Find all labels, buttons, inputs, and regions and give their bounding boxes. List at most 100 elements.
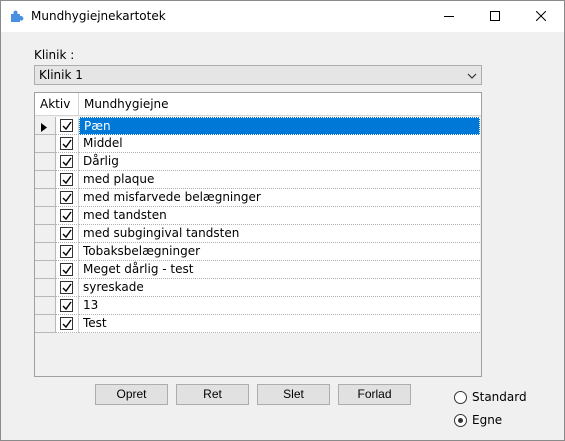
radio-button-standard[interactable]	[454, 390, 467, 404]
row-indicator[interactable]	[35, 135, 56, 153]
aktiv-checkbox[interactable]	[60, 317, 73, 330]
radio-button-egne[interactable]	[454, 413, 467, 427]
maximize-button[interactable]	[472, 1, 518, 32]
title-bar[interactable]: Mundhygiejnekartotek	[1, 1, 564, 32]
checkmark-icon	[62, 121, 72, 131]
current-row-arrow-icon	[41, 121, 47, 135]
aktiv-cell	[56, 261, 79, 279]
aktiv-cell	[56, 225, 79, 243]
window-title: Mundhygiejnekartotek	[31, 9, 166, 23]
chevron-down-icon	[467, 70, 477, 80]
mundhygiejne-cell[interactable]: 13	[79, 297, 480, 315]
row-indicator[interactable]	[35, 189, 56, 207]
table-row[interactable]: med plaque	[35, 171, 481, 189]
grid-header: Aktiv Mundhygiejne	[35, 93, 481, 116]
checkmark-icon	[62, 229, 72, 239]
column-header-aktiv[interactable]: Aktiv	[35, 93, 79, 116]
table-row[interactable]: med subgingival tandsten	[35, 225, 481, 243]
mundhygiejne-cell[interactable]: med subgingival tandsten	[79, 225, 480, 243]
row-indicator[interactable]	[35, 315, 56, 333]
forlad-button[interactable]: Forlad	[338, 384, 411, 405]
ret-button[interactable]: Ret	[176, 384, 249, 405]
row-indicator[interactable]	[35, 207, 56, 225]
checkmark-icon	[62, 265, 72, 275]
row-indicator[interactable]	[35, 117, 56, 135]
table-row[interactable]: syreskade	[35, 279, 481, 297]
radio-dot	[458, 417, 463, 423]
minimize-icon	[444, 10, 454, 24]
radio-label-standard: Standard	[472, 390, 527, 404]
aktiv-cell	[56, 153, 79, 171]
mundhygiejne-cell[interactable]: Middel	[79, 135, 480, 153]
klinik-select[interactable]: Klinik 1	[34, 65, 482, 85]
row-indicator[interactable]	[35, 153, 56, 171]
checkmark-icon	[62, 175, 72, 185]
row-indicator[interactable]	[35, 261, 56, 279]
mundhygiejne-cell[interactable]: Tobaksbelægninger	[79, 243, 480, 261]
table-row[interactable]: Middel	[35, 135, 481, 153]
aktiv-checkbox[interactable]	[60, 209, 73, 222]
checkmark-icon	[62, 247, 72, 257]
mundhygiejne-grid[interactable]: Aktiv Mundhygiejne Pæn Middel Dårlig med pl…	[34, 92, 482, 377]
aktiv-checkbox[interactable]	[60, 299, 73, 312]
aktiv-checkbox[interactable]	[60, 281, 73, 294]
klinik-select-value: Klinik 1	[39, 68, 83, 82]
aktiv-cell	[56, 171, 79, 189]
mundhygiejne-cell[interactable]: med tandsten	[79, 207, 480, 225]
aktiv-cell	[56, 135, 79, 153]
checkmark-icon	[62, 139, 72, 149]
aktiv-cell	[56, 207, 79, 225]
row-indicator[interactable]	[35, 297, 56, 315]
table-row[interactable]: Dårlig	[35, 153, 481, 171]
mundhygiejne-cell[interactable]: Pæn	[79, 117, 480, 135]
table-row[interactable]: Tobaksbelægninger	[35, 243, 481, 261]
aktiv-checkbox[interactable]	[60, 173, 73, 186]
aktiv-checkbox[interactable]	[60, 263, 73, 276]
aktiv-checkbox[interactable]	[60, 119, 73, 132]
close-button[interactable]	[518, 1, 564, 32]
checkmark-icon	[62, 283, 72, 293]
row-indicator[interactable]	[35, 243, 56, 261]
checkmark-icon	[62, 157, 72, 167]
aktiv-checkbox[interactable]	[60, 227, 73, 240]
mundhygiejne-cell[interactable]: Test	[79, 315, 480, 333]
aktiv-cell	[56, 297, 79, 315]
checkmark-icon	[62, 193, 72, 203]
checkmark-icon	[62, 301, 72, 311]
row-indicator[interactable]	[35, 171, 56, 189]
aktiv-cell	[56, 117, 79, 135]
main-window: Mundhygiejnekartotek Klinik : Klinik 1 A…	[0, 0, 565, 441]
mundhygiejne-cell[interactable]: med misfarvede belægninger	[79, 189, 480, 207]
table-row[interactable]: 13	[35, 297, 481, 315]
checkmark-icon	[62, 211, 72, 221]
close-icon	[535, 10, 547, 24]
row-indicator[interactable]	[35, 225, 56, 243]
row-indicator[interactable]	[35, 279, 56, 297]
mundhygiejne-cell[interactable]: med plaque	[79, 171, 480, 189]
mundhygiejne-cell[interactable]: syreskade	[79, 279, 480, 297]
column-header-mundhygiejne[interactable]: Mundhygiejne	[79, 93, 481, 116]
mundhygiejne-cell[interactable]: Meget dårlig - test	[79, 261, 480, 279]
opret-button[interactable]: Opret	[95, 384, 168, 405]
aktiv-cell	[56, 315, 79, 333]
table-row[interactable]: med tandsten	[35, 207, 481, 225]
table-row[interactable]: Meget dårlig - test	[35, 261, 481, 279]
puzzle-icon	[10, 9, 24, 23]
aktiv-cell	[56, 243, 79, 261]
table-row[interactable]: Test	[35, 315, 481, 333]
aktiv-checkbox[interactable]	[60, 155, 73, 168]
maximize-icon	[490, 10, 500, 24]
mundhygiejne-cell[interactable]: Dårlig	[79, 153, 480, 171]
klinik-label: Klinik :	[34, 48, 75, 62]
slet-button[interactable]: Slet	[257, 384, 330, 405]
minimize-button[interactable]	[426, 1, 472, 32]
aktiv-cell	[56, 279, 79, 297]
table-row[interactable]: Pæn	[35, 117, 481, 135]
radio-standard[interactable]: Standard	[454, 389, 527, 405]
radio-egne[interactable]: Egne	[454, 412, 502, 428]
radio-label-egne: Egne	[472, 413, 503, 427]
aktiv-checkbox[interactable]	[60, 137, 73, 150]
aktiv-checkbox[interactable]	[60, 191, 73, 204]
aktiv-checkbox[interactable]	[60, 245, 73, 258]
table-row[interactable]: med misfarvede belægninger	[35, 189, 481, 207]
